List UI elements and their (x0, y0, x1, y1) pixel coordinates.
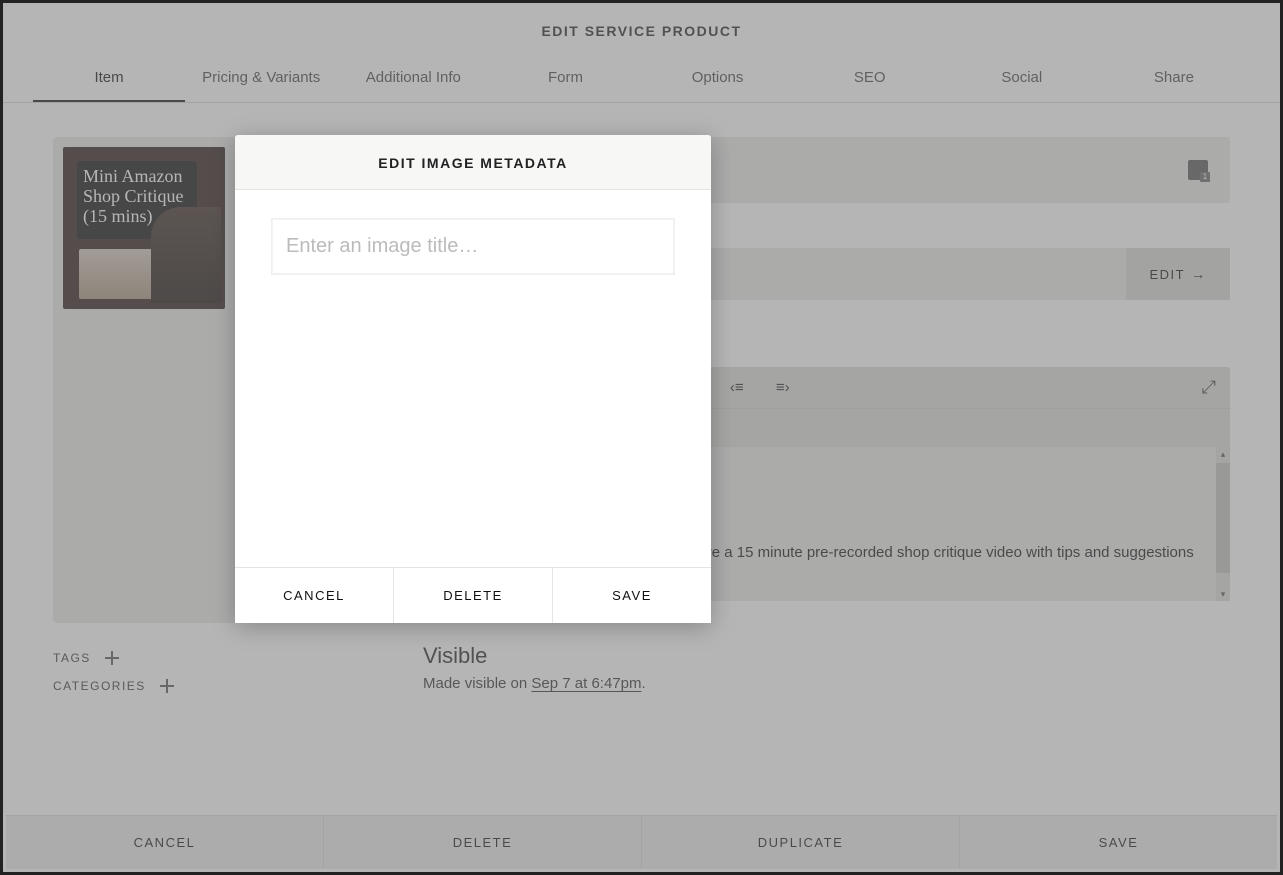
image-title-input[interactable] (271, 218, 675, 275)
modal-overlay[interactable]: EDIT IMAGE METADATA CANCEL DELETE SAVE (3, 3, 1280, 872)
modal-cancel-button[interactable]: CANCEL (235, 568, 393, 623)
edit-image-metadata-modal: EDIT IMAGE METADATA CANCEL DELETE SAVE (235, 135, 711, 623)
modal-title: EDIT IMAGE METADATA (235, 135, 711, 190)
modal-delete-button[interactable]: DELETE (393, 568, 552, 623)
modal-save-button[interactable]: SAVE (552, 568, 711, 623)
